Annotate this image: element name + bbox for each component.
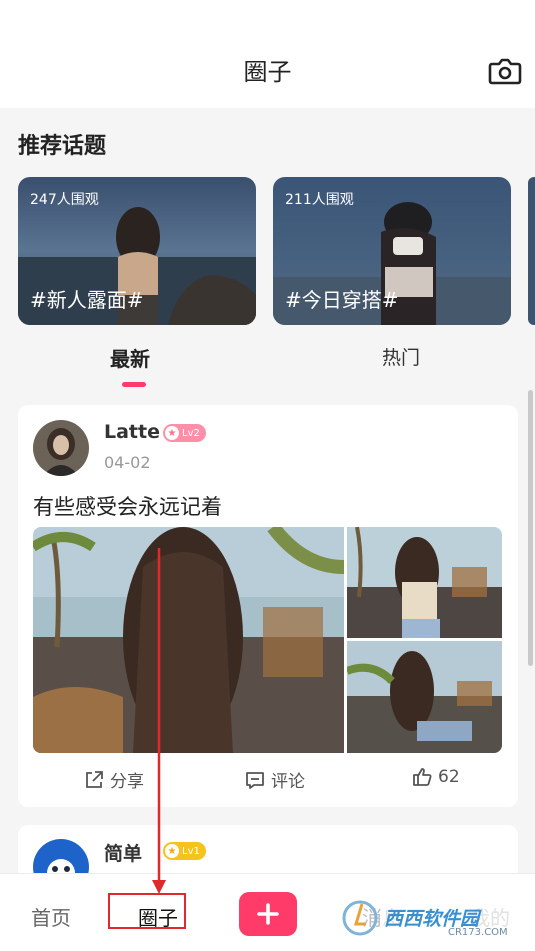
share-button[interactable]: 分享 [84, 767, 144, 792]
add-post-button[interactable] [239, 892, 297, 936]
like-button[interactable]: 62 [412, 767, 460, 787]
level-badge: ★ Lv2 [163, 424, 206, 442]
comment-button[interactable]: 评论 [245, 767, 305, 792]
post-photo-3[interactable] [347, 641, 502, 753]
star-icon: ★ [165, 844, 179, 858]
level-label: Lv1 [182, 845, 200, 857]
share-label: 分享 [110, 772, 144, 792]
comment-label: 评论 [271, 772, 305, 792]
level-label: Lv2 [182, 427, 200, 439]
post-card[interactable]: Latte ★ Lv2 04-02 有些感受会永远记着 分享 评论 62 [18, 405, 518, 807]
post-text[interactable]: 有些感受会永远记着 [33, 491, 222, 521]
post-photo-main[interactable] [33, 527, 344, 753]
topic-views: 211人围观 [285, 192, 354, 208]
active-tab-indicator [122, 382, 146, 387]
scrollbar[interactable] [528, 390, 533, 666]
camera-button[interactable] [488, 56, 522, 86]
watermark-site: CR173.COM [448, 927, 508, 938]
topic-tag: #今日穿搭# [285, 288, 399, 312]
tab-latest[interactable]: 最新 [110, 343, 150, 372]
page-title: 圈子 [243, 58, 292, 86]
star-icon: ★ [165, 426, 179, 440]
topic-card-partial[interactable] [528, 177, 535, 325]
post-username[interactable]: Latte [104, 421, 160, 443]
topic-card-new-people[interactable]: 247人围观 #新人露面# [18, 177, 256, 325]
camera-icon [488, 58, 522, 85]
post-username[interactable]: 简单 [104, 839, 142, 866]
avatar[interactable] [33, 420, 89, 476]
topic-tag: #新人露面# [30, 288, 144, 312]
level-badge: ★ Lv1 [163, 842, 206, 860]
post-photo-2[interactable] [347, 527, 502, 638]
share-icon [86, 770, 103, 788]
post-date: 04-02 [104, 453, 151, 472]
nav-home[interactable]: 首页 [31, 902, 71, 931]
thumbs-up-icon [413, 768, 432, 786]
annotation-highlight-box [108, 893, 186, 929]
like-count: 62 [438, 767, 460, 787]
watermark: 西西软件园 CR173.COM [340, 894, 520, 942]
comment-icon [246, 771, 264, 789]
recommended-topics-title: 推荐话题 [18, 134, 107, 159]
topic-views: 247人围观 [30, 192, 99, 208]
plus-icon [257, 903, 279, 925]
topic-card-today-outfit[interactable]: 211人围观 #今日穿搭# [273, 177, 511, 325]
top-bar: 圈子 [0, 0, 535, 108]
tab-hot[interactable]: 热门 [382, 343, 420, 370]
